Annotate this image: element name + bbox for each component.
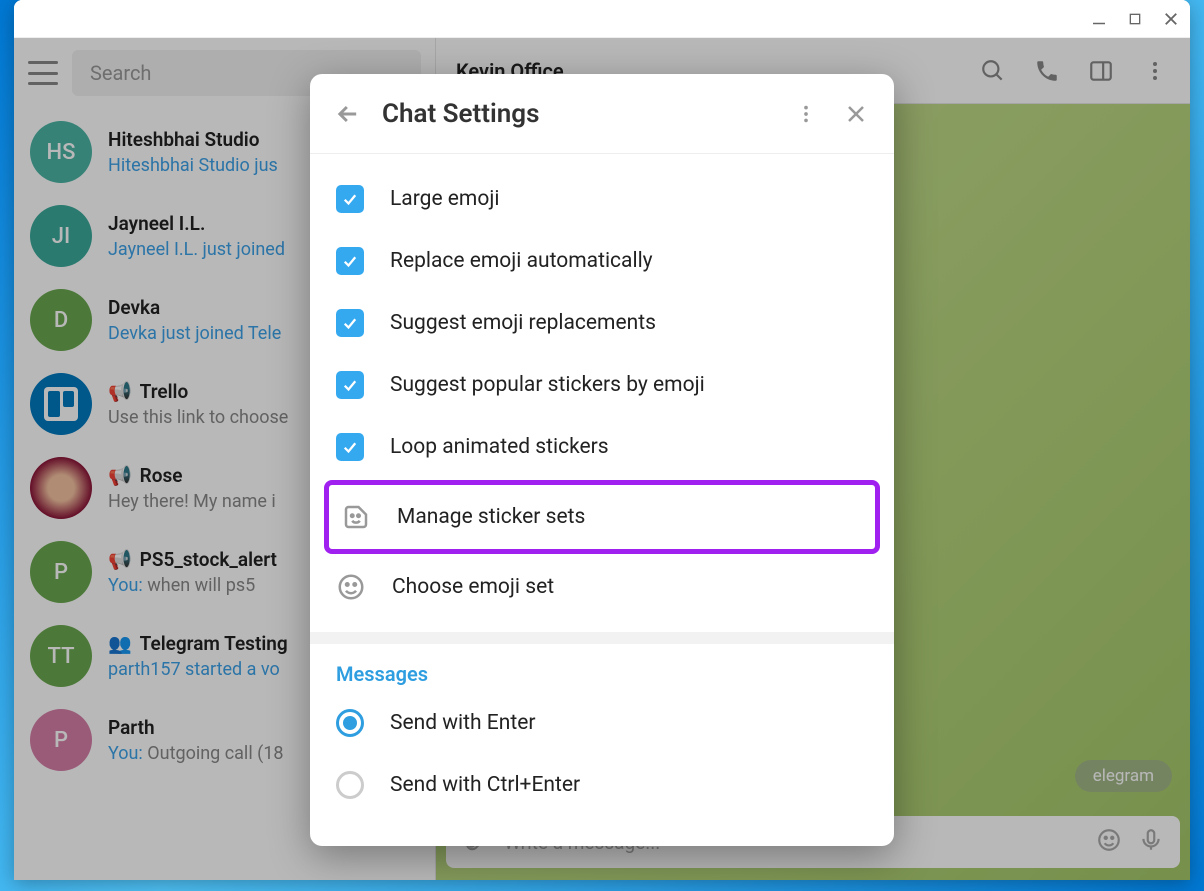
option-label: Choose emoji set: [392, 575, 554, 599]
option-suggest-stickers[interactable]: Suggest popular stickers by emoji: [310, 354, 894, 416]
option-label: Suggest popular stickers by emoji: [390, 373, 705, 397]
checkbox-checked-icon: [336, 247, 364, 275]
option-label: Loop animated stickers: [390, 435, 609, 459]
option-label: Send with Ctrl+Enter: [390, 773, 580, 797]
checkbox-checked-icon: [336, 433, 364, 461]
window-close-button[interactable]: [1162, 10, 1180, 28]
divider: [310, 632, 894, 644]
checkbox-checked-icon: [336, 309, 364, 337]
back-button[interactable]: [332, 98, 364, 130]
radio-on-icon: [336, 709, 364, 737]
checkbox-checked-icon: [336, 371, 364, 399]
option-suggest-emoji[interactable]: Suggest emoji replacements: [310, 292, 894, 354]
smile-icon: [336, 572, 366, 602]
window-frame: Search HS Hiteshbhai Studio Hiteshbhai S…: [14, 0, 1190, 880]
modal-title: Chat Settings: [382, 99, 772, 129]
radio-off-icon: [336, 771, 364, 799]
radio-send-ctrl-enter[interactable]: Send with Ctrl+Enter: [310, 754, 894, 816]
option-replace-emoji[interactable]: Replace emoji automatically: [310, 230, 894, 292]
sticker-icon: [341, 502, 371, 532]
section-title-messages: Messages: [310, 644, 894, 692]
option-label: Suggest emoji replacements: [390, 311, 656, 335]
option-label: Send with Enter: [390, 711, 535, 735]
modal-body: Large emoji Replace emoji automatically …: [310, 154, 894, 846]
modal-more-button[interactable]: [790, 98, 822, 130]
option-loop-stickers[interactable]: Loop animated stickers: [310, 416, 894, 478]
checkbox-checked-icon: [336, 185, 364, 213]
option-label: Manage sticker sets: [397, 505, 585, 529]
option-label: Replace emoji automatically: [390, 249, 653, 273]
option-label: Large emoji: [390, 187, 499, 211]
option-large-emoji[interactable]: Large emoji: [310, 168, 894, 230]
manage-sticker-sets-button[interactable]: Manage sticker sets: [329, 485, 875, 549]
minimize-button[interactable]: [1090, 10, 1108, 28]
maximize-button[interactable]: [1126, 10, 1144, 28]
choose-emoji-set-button[interactable]: Choose emoji set: [310, 556, 894, 618]
chat-settings-modal: Chat Settings Large emoji Replace emoji …: [310, 74, 894, 846]
titlebar: [14, 0, 1190, 38]
highlight-annotation: Manage sticker sets: [324, 480, 880, 554]
modal-header: Chat Settings: [310, 74, 894, 154]
radio-send-enter[interactable]: Send with Enter: [310, 692, 894, 754]
modal-close-button[interactable]: [840, 98, 872, 130]
